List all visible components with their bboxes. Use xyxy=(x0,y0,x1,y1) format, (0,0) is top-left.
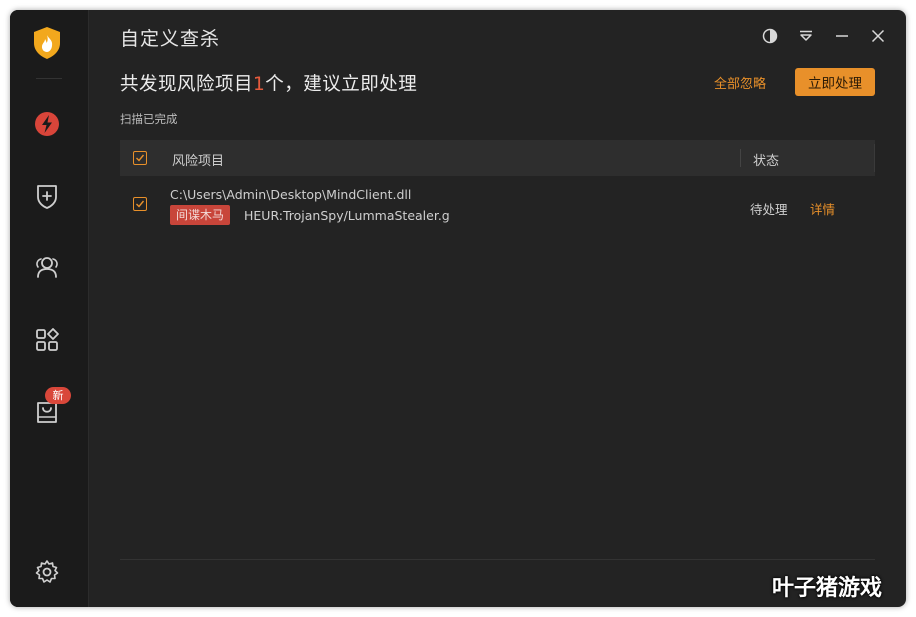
theme-toggle-button[interactable] xyxy=(760,26,780,46)
row-status: 待处理 xyxy=(750,202,788,217)
threat-type-tag: 间谍木马 xyxy=(170,205,231,225)
handle-now-button[interactable]: 立即处理 xyxy=(795,68,875,96)
footer-divider xyxy=(120,559,875,560)
file-path: C:\Users\Admin\Desktop\MindClient.dll xyxy=(170,187,412,202)
shield-plus-icon xyxy=(37,185,57,209)
scan-summary: 共发现风险项目1个，建议立即处理 xyxy=(120,70,417,96)
app-logo xyxy=(32,26,62,60)
theme-icon xyxy=(762,28,778,44)
risk-count: 1 xyxy=(253,74,266,95)
menu-icon xyxy=(800,30,812,41)
apps-grid-icon xyxy=(36,328,59,351)
summary-suffix: 个，建议立即处理 xyxy=(265,74,418,95)
table-header: 风险项目 状态 xyxy=(120,140,875,176)
new-badge: 新 xyxy=(45,387,71,404)
sidebar-item-users[interactable] xyxy=(31,251,63,283)
close-icon xyxy=(871,29,885,43)
app-window: 新 自定义查杀 共发现风险项目1个，建议立即处理 扫描已完成 全部忽略 立即处理… xyxy=(10,10,906,607)
ignore-all-button[interactable]: 全部忽略 xyxy=(710,73,770,92)
lightning-icon xyxy=(35,112,59,136)
sidebar-item-quick-scan[interactable] xyxy=(31,108,63,140)
scan-status: 扫描已完成 xyxy=(120,112,178,126)
virus-name: HEUR:TrojanSpy/LummaStealer.g xyxy=(244,208,450,223)
select-all-checkbox[interactable] xyxy=(133,151,147,165)
row-checkbox[interactable] xyxy=(133,197,147,211)
details-link[interactable]: 详情 xyxy=(810,199,835,218)
sidebar-item-apps[interactable] xyxy=(31,324,63,356)
check-icon xyxy=(136,200,145,208)
logo-divider xyxy=(36,78,62,79)
column-divider xyxy=(740,149,741,167)
column-divider xyxy=(874,144,875,172)
window-title: 自定义查杀 xyxy=(120,28,221,50)
close-button[interactable] xyxy=(868,26,888,46)
minimize-button[interactable] xyxy=(832,26,852,46)
gear-icon xyxy=(35,560,59,583)
minimize-icon xyxy=(836,35,848,37)
settings-button[interactable] xyxy=(31,556,63,588)
sidebar: 新 xyxy=(10,10,89,607)
summary-prefix: 共发现风险项目 xyxy=(120,74,254,95)
watermark: 叶子猪游戏 xyxy=(772,576,883,601)
column-header-item: 风险项目 xyxy=(172,154,225,169)
users-icon xyxy=(36,257,58,278)
column-header-status: 状态 xyxy=(753,154,780,169)
sidebar-item-protection[interactable] xyxy=(31,180,63,212)
check-icon xyxy=(136,154,145,162)
menu-button[interactable] xyxy=(796,26,816,46)
